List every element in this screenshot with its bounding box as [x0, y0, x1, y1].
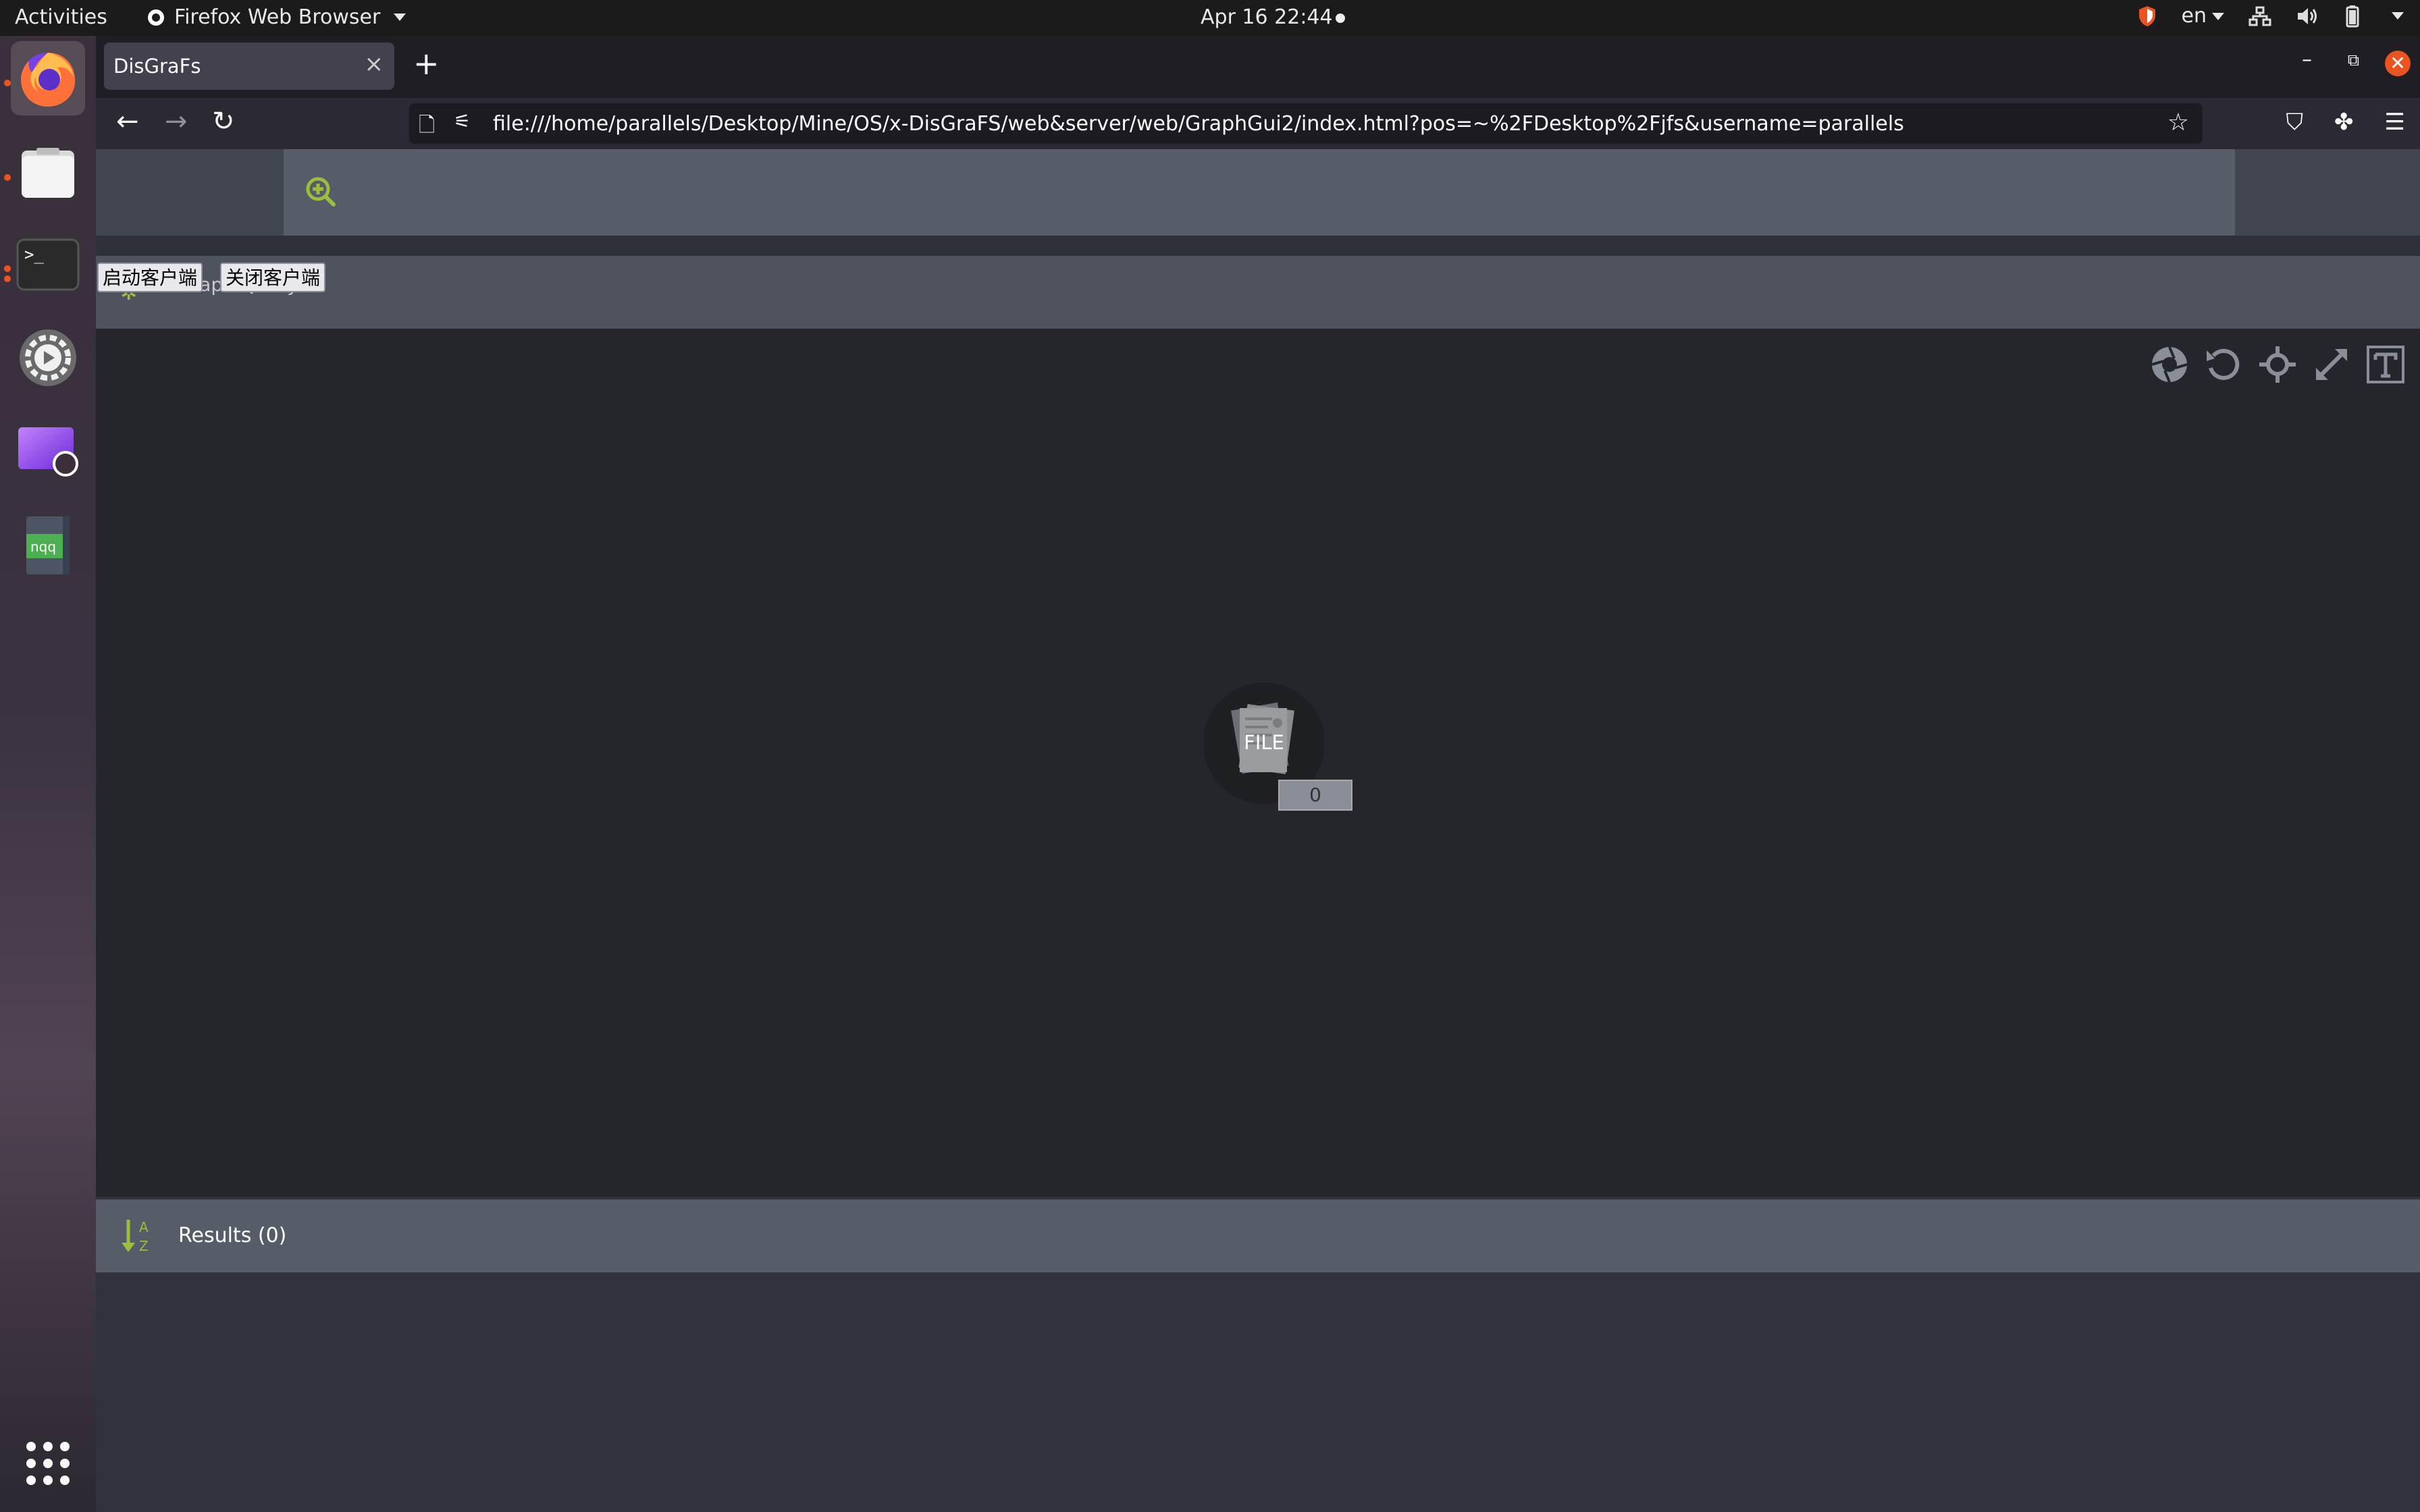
- results-list: [96, 1272, 2420, 1512]
- page-icon: 🗋: [419, 113, 436, 137]
- extensions-icon[interactable]: ✤: [2334, 109, 2354, 136]
- start-client-button[interactable]: 启动客户端: [97, 263, 203, 292]
- url-bar[interactable]: 🗋 ⚟ file:///home/parallels/Desktop/Mine/…: [409, 103, 2203, 144]
- notepadqq-icon: nqq: [26, 516, 70, 574]
- search-header: [96, 149, 2420, 236]
- navigation-bar: ← → ↻ 🗋 ⚟ file:///home/parallels/Desktop…: [96, 98, 2420, 149]
- firefox-window: DisGraFs × + – ⧉ ✕ ← → ↻ 🗋 ⚟ file:///hom…: [96, 36, 2420, 1512]
- language-selector[interactable]: en: [2182, 4, 2224, 28]
- system-tray[interactable]: en: [2137, 4, 2404, 28]
- activities-button[interactable]: Activities: [15, 5, 107, 29]
- reload-button[interactable]: ↻: [212, 106, 235, 137]
- notepadqq-label: nqq: [30, 539, 56, 555]
- crosshair-icon: [2259, 346, 2296, 383]
- shield-icon[interactable]: [2137, 5, 2157, 28]
- text-icon: [2367, 346, 2404, 383]
- node-count-badge: 0: [1278, 780, 1352, 811]
- aperture-icon: [2151, 346, 2188, 383]
- results-bar: A Z Results (0): [96, 1197, 2420, 1272]
- battery-icon[interactable]: [2343, 5, 2362, 28]
- close-icon[interactable]: ×: [365, 51, 384, 78]
- chevron-down-icon: [394, 14, 406, 21]
- expand-icon: [2315, 348, 2348, 381]
- web-page: ✲ Graph Query 启动客户端 关闭客户端: [96, 149, 2420, 1512]
- center-tool[interactable]: [2258, 345, 2297, 384]
- screen-recorder-icon: [18, 427, 78, 477]
- running-indicator: [4, 80, 11, 86]
- running-indicator: [4, 275, 11, 282]
- text-tool[interactable]: [2366, 345, 2405, 384]
- tab-disgrafs[interactable]: DisGraFs ×: [104, 43, 394, 90]
- system-top-bar: Activities Firefox Web Browser Apr 16 22…: [0, 0, 2420, 36]
- close-window-button[interactable]: ✕: [2385, 51, 2411, 76]
- tab-title: DisGraFs: [113, 55, 201, 78]
- terminal-icon: >_: [16, 238, 80, 291]
- bookmark-star-icon[interactable]: ☆: [2167, 109, 2189, 136]
- results-label: Results (0): [178, 1224, 287, 1247]
- dock-firefox[interactable]: [11, 41, 85, 115]
- app-menu-label: Firefox Web Browser: [174, 5, 381, 29]
- svg-text:A: A: [139, 1219, 149, 1235]
- svg-text:Z: Z: [139, 1238, 149, 1254]
- header-divider: [96, 236, 2420, 256]
- minimize-button[interactable]: –: [2302, 48, 2312, 72]
- url-text: file:///home/parallels/Desktop/Mine/OS/x…: [493, 112, 1904, 136]
- firefox-icon: [21, 53, 76, 107]
- dock-terminal[interactable]: >_: [11, 227, 85, 302]
- undo-icon: [2207, 348, 2240, 380]
- pocket-icon[interactable]: ⛉: [2286, 109, 2304, 136]
- sort-az-icon[interactable]: A Z: [120, 1217, 157, 1255]
- permissions-icon[interactable]: ⚟: [454, 110, 471, 132]
- dock: >_ nqq: [0, 36, 96, 1512]
- chevron-down-icon[interactable]: [2392, 12, 2404, 20]
- files-icon: [22, 148, 74, 198]
- toolbar-right: ⛉ ✤ ☰: [2286, 109, 2405, 136]
- app-grid-icon: [26, 1442, 70, 1485]
- dock-notepadqq[interactable]: nqq: [11, 508, 85, 583]
- new-tab-button[interactable]: +: [413, 45, 440, 82]
- graph-query-bar: ✲ Graph Query 启动客户端 关闭客户端: [96, 256, 2420, 329]
- graph-toolbar: [2150, 345, 2405, 384]
- notification-dot: [1336, 14, 1345, 23]
- forward-button[interactable]: →: [165, 106, 188, 137]
- running-indicator: [4, 265, 11, 272]
- show-apps-button[interactable]: [11, 1426, 85, 1501]
- svg-text:>_: >_: [24, 245, 44, 264]
- zoom-in-icon[interactable]: [304, 175, 338, 209]
- clock[interactable]: Apr 16 22:44: [1201, 5, 1333, 29]
- undo-tool[interactable]: [2204, 345, 2243, 384]
- back-button[interactable]: ←: [116, 106, 139, 137]
- fullscreen-tool[interactable]: [2312, 345, 2351, 384]
- dock-screen-recorder[interactable]: [11, 414, 85, 488]
- close-client-button[interactable]: 关闭客户端: [220, 263, 326, 292]
- tab-strip: DisGraFs × + – ⧉ ✕: [96, 36, 2420, 98]
- layout-tool[interactable]: [2150, 345, 2189, 384]
- app-menu[interactable]: Firefox Web Browser: [146, 5, 406, 29]
- language-label: en: [2181, 4, 2207, 28]
- dock-settings[interactable]: [11, 321, 85, 395]
- restore-button[interactable]: ⧉: [2348, 51, 2359, 70]
- dock-files[interactable]: [11, 136, 85, 210]
- volume-icon[interactable]: [2296, 6, 2319, 26]
- hamburger-menu-icon[interactable]: ☰: [2385, 109, 2405, 136]
- firefox-small-icon: [148, 9, 164, 26]
- running-indicator: [4, 174, 11, 181]
- network-icon[interactable]: [2248, 6, 2271, 26]
- settings-icon: [20, 329, 76, 386]
- node-label: FILE: [1244, 731, 1284, 754]
- search-panel: [284, 149, 2235, 236]
- chevron-down-icon: [2212, 13, 2224, 20]
